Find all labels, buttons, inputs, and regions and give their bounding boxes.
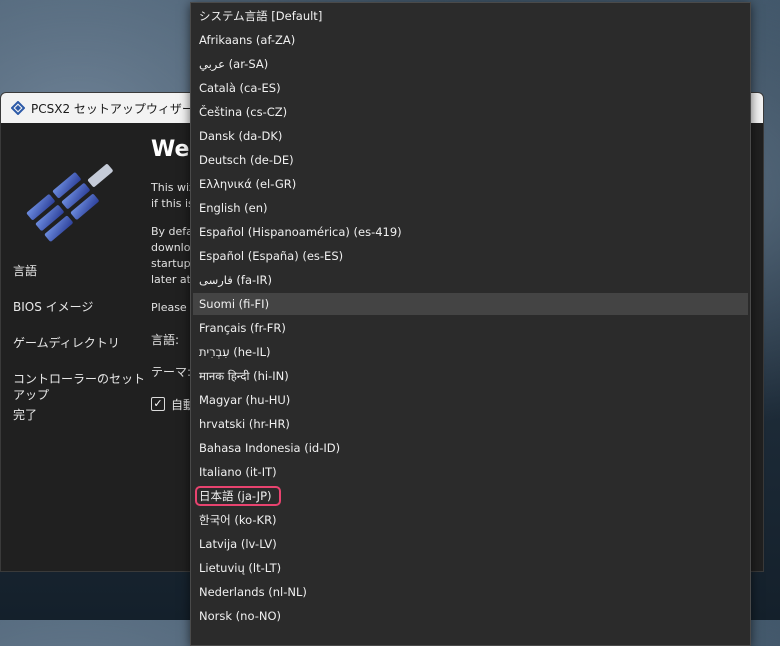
defaults-text-line: later at	[151, 273, 191, 286]
language-option[interactable]: Español (España) (es-ES)	[193, 245, 748, 267]
step-game-directory[interactable]: ゲームディレクトリ	[13, 335, 153, 371]
defaults-text-line: By defa	[151, 225, 193, 238]
step-bios-image[interactable]: BIOS イメージ	[13, 299, 153, 335]
defaults-text-line: downlo	[151, 241, 191, 254]
defaults-text-line: startup,	[151, 257, 195, 270]
language-option[interactable]: Español (Hispanoamérica) (es-419)	[193, 221, 748, 243]
step-finish[interactable]: 完了	[13, 407, 153, 443]
language-option[interactable]: עִבְרִית (he-IL)	[193, 341, 748, 363]
language-option[interactable]: Bahasa Indonesia (id-ID)	[193, 437, 748, 459]
language-option[interactable]: Deutsch (de-DE)	[193, 149, 748, 171]
language-option[interactable]: English (en)	[193, 197, 748, 219]
language-dropdown-list[interactable]: システム言語 [Default] Afrikaans (af-ZA) عربي …	[190, 2, 751, 646]
language-option[interactable]: Čeština (cs-CZ)	[193, 101, 748, 123]
language-option-japanese[interactable]: 日本語 (ja-JP)	[193, 485, 748, 507]
language-label: 言語:	[151, 333, 180, 347]
language-option[interactable]: मानक हिन्दी (hi-IN)	[193, 365, 748, 387]
language-option[interactable]: Lietuvių (lt-LT)	[193, 557, 748, 579]
language-option[interactable]: Dansk (da-DK)	[193, 125, 748, 147]
language-option[interactable]: 한국어 (ko-KR)	[193, 509, 748, 531]
language-option[interactable]: Ελληνικά (el-GR)	[193, 173, 748, 195]
language-option[interactable]: hrvatski (hr-HR)	[193, 413, 748, 435]
language-option[interactable]: Català (ca-ES)	[193, 77, 748, 99]
auto-update-checkbox[interactable]: ✓	[151, 397, 165, 411]
pcsx2-app-icon	[10, 100, 26, 116]
pcsx2-logo	[15, 155, 139, 243]
language-option[interactable]: Italiano (it-IT)	[193, 461, 748, 483]
language-option[interactable]: عربي (ar-SA)	[193, 53, 748, 75]
highlight-box	[195, 486, 281, 506]
language-option[interactable]: Français (fr-FR)	[193, 317, 748, 339]
language-option[interactable]: Norsk (no-NO)	[193, 605, 748, 627]
language-option[interactable]: システム言語 [Default]	[193, 5, 748, 27]
language-option-hovered[interactable]: Suomi (fi-FI)	[193, 293, 748, 315]
theme-label: テーマ:	[151, 365, 192, 379]
intro-text-line: This wiz	[151, 181, 195, 194]
language-option[interactable]: Nederlands (nl-NL)	[193, 581, 748, 603]
language-option[interactable]: Latvija (lv-LV)	[193, 533, 748, 555]
window-title: PCSX2 セットアップウィザード	[31, 101, 206, 116]
step-language[interactable]: 言語	[13, 263, 153, 299]
step-controller-setup[interactable]: コントローラーのセットアップ	[13, 371, 153, 407]
language-option[interactable]: فارسی (fa-IR)	[193, 269, 748, 291]
wizard-step-list: 言語 BIOS イメージ ゲームディレクトリ コントローラーのセットアップ 完了	[13, 263, 153, 443]
language-option[interactable]: Magyar (hu-HU)	[193, 389, 748, 411]
intro-text-line: if this is	[151, 197, 194, 210]
language-option[interactable]: Afrikaans (af-ZA)	[193, 29, 748, 51]
